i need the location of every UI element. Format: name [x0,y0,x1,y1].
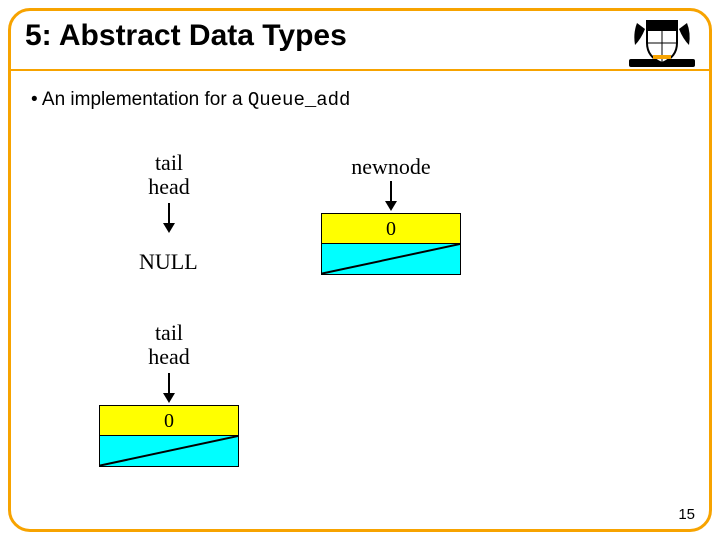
slide-title: 5: Abstract Data Types [25,19,347,53]
title-bar: 5: Abstract Data Types [11,11,709,71]
label-newnode: newnode [341,155,441,179]
page-number: 15 [678,506,695,523]
node-next-cell [100,436,238,466]
bullet-code: Queue_add [248,89,351,111]
arrow-down-icon [384,181,398,211]
null-text: NULL [139,249,198,275]
node-box-headtail: 0 [99,405,239,467]
null-slash-icon [100,436,238,466]
node-box-newnode: 0 [321,213,461,275]
bullet-text: An implementation for a [42,89,248,110]
bullet-line: • An implementation for a Queue_add [31,89,350,111]
null-slash-icon [322,244,460,274]
arrow-down-icon [162,373,176,403]
label-tail-head-2: tail head [139,321,199,369]
node-value-cell: 0 [100,406,238,436]
princeton-shield-logo [627,15,697,69]
label-tail-head-1: tail head [139,151,199,199]
node-next-cell [322,244,460,274]
arrow-down-icon [162,203,176,233]
slide-frame: 5: Abstract Data Types • An implementati… [8,8,712,532]
label-head: head [139,345,199,369]
node-value-cell: 0 [322,214,460,244]
label-tail: tail [139,321,199,345]
label-tail: tail [139,151,199,175]
label-head: head [139,175,199,199]
